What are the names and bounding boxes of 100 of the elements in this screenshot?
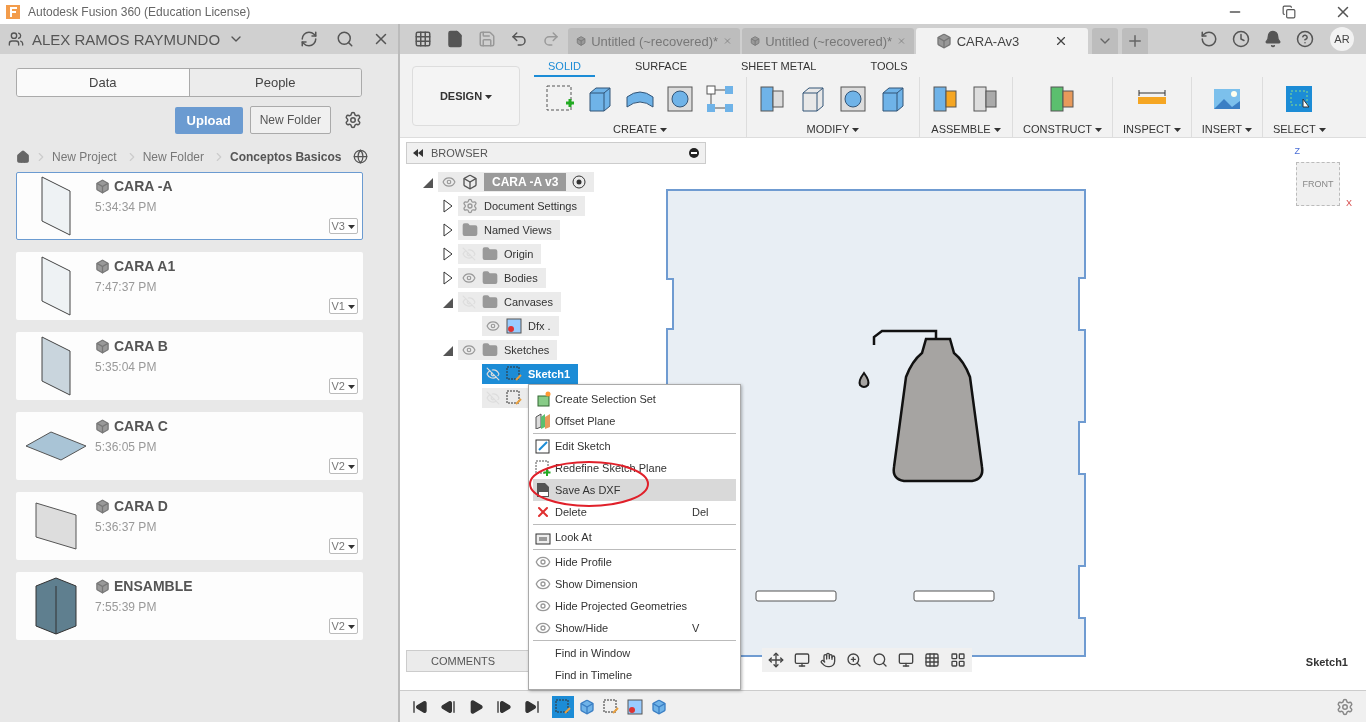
caret-icon	[348, 545, 355, 550]
clock-icon[interactable]	[1232, 30, 1250, 48]
menu-item[interactable]: Look At	[533, 526, 736, 548]
version-dropdown[interactable]: V2	[328, 538, 358, 554]
menu-item[interactable]: Save As DXF	[533, 479, 736, 501]
skip-end-icon[interactable]	[524, 698, 540, 715]
breadcrumb-link[interactable]: New Folder	[142, 149, 205, 164]
file-card[interactable]: CARA A1 7:47:37 PM V1	[16, 252, 363, 320]
window-title: Autodesk Fusion 360 (Education License)	[28, 5, 252, 19]
viewports-icon[interactable]	[950, 652, 966, 668]
file-card[interactable]: CARA -A 5:34:34 PM V3	[16, 172, 363, 240]
tree-item[interactable]: Sketches	[458, 340, 558, 360]
file-name: CARA B	[114, 338, 168, 354]
delete-icon	[535, 504, 551, 520]
menu-item[interactable]: Find in Timeline	[533, 664, 736, 686]
breadcrumb-link[interactable]: New Project	[52, 149, 117, 164]
tool-group-dropdown[interactable]: ASSEMBLE	[931, 123, 1001, 135]
refresh-icon[interactable]	[300, 30, 318, 48]
version-dropdown[interactable]: V2	[328, 378, 358, 394]
search-icon[interactable]	[336, 30, 354, 48]
menu-item[interactable]: Hide Projected Geometries	[533, 595, 736, 617]
document-tab[interactable]: CARA-Av3	[916, 28, 1088, 54]
tree-item[interactable]: Dfx .	[482, 316, 559, 336]
menu-item[interactable]: Find in Window	[533, 642, 736, 664]
browser-panel-header[interactable]: BROWSER	[406, 142, 706, 164]
comments-panel[interactable]: COMMENTS	[406, 650, 529, 672]
menu-item[interactable]: Edit Sketch	[533, 435, 736, 457]
eye-hidden-icon[interactable]	[486, 367, 500, 381]
collapse-arrows-icon[interactable]	[413, 149, 423, 157]
file-icon[interactable]	[446, 30, 464, 48]
tool-group-dropdown[interactable]: MODIFY	[806, 123, 860, 135]
caret-icon	[993, 128, 1001, 133]
timeline-item[interactable]	[552, 695, 574, 718]
grid-icon[interactable]	[924, 652, 940, 668]
image-icon	[506, 318, 522, 334]
tool-icon[interactable]	[664, 83, 696, 115]
tool-group-dropdown[interactable]: CONSTRUCT	[1023, 123, 1103, 135]
skip-start-icon[interactable]	[412, 698, 428, 715]
version-dropdown[interactable]: V1	[328, 298, 358, 314]
new-folder-button[interactable]: New Folder	[249, 106, 331, 134]
tree-item[interactable]: Document Settings	[458, 196, 585, 216]
tool-group-dropdown[interactable]: SELECT	[1272, 123, 1326, 135]
sketch-icon	[603, 698, 619, 715]
collapsed-triangle-icon[interactable]	[442, 223, 454, 237]
globe-icon[interactable]	[353, 149, 369, 164]
ribbon-tab[interactable]: SHEET METAL	[727, 58, 831, 77]
tool-group-dropdown[interactable]: INSERT	[1201, 123, 1252, 135]
selected-tree-item[interactable]: Sketch1	[482, 364, 579, 384]
help-icon[interactable]	[1296, 30, 1314, 48]
collapsed-triangle-icon[interactable]	[442, 271, 454, 285]
tool-group-dropdown[interactable]: INSPECT	[1123, 123, 1181, 135]
file-card[interactable]: ENSAMBLE 7:55:39 PM V2	[16, 572, 363, 640]
undo-icon[interactable]	[510, 30, 528, 48]
tool-icon[interactable]	[704, 83, 736, 115]
restore-icon[interactable]	[1282, 5, 1296, 19]
panel-tab[interactable]: Data	[17, 69, 189, 96]
settings-icon[interactable]	[344, 111, 362, 129]
tool-icon[interactable]	[837, 83, 869, 115]
menu-item[interactable]: Show Dimension	[533, 573, 736, 595]
version-dropdown[interactable]: V2	[328, 458, 358, 474]
menu-item[interactable]: Delete Del	[533, 501, 736, 523]
ribbon-tab[interactable]: SURFACE	[621, 58, 701, 77]
settings-icon[interactable]	[1336, 697, 1354, 716]
caret-icon	[348, 385, 355, 390]
menu-item[interactable]: Show/Hide V	[533, 617, 736, 639]
display-icon[interactable]	[898, 652, 914, 668]
tree-item[interactable]: Named Views	[458, 220, 560, 240]
tree-item[interactable]: Canvases	[458, 292, 561, 312]
browser-title: BROWSER	[431, 147, 489, 159]
tree-item[interactable]	[482, 388, 530, 408]
workspace-dropdown[interactable]: DESIGN	[412, 65, 520, 126]
step-forward-icon[interactable]	[496, 698, 512, 715]
version-dropdown[interactable]: V2	[328, 618, 358, 634]
bell-icon[interactable]	[1264, 30, 1282, 48]
collapsed-triangle-icon[interactable]	[442, 199, 454, 213]
radio-target-icon[interactable]	[572, 175, 587, 189]
pan-icon[interactable]	[820, 652, 836, 668]
version-dropdown[interactable]: V3	[328, 218, 358, 234]
file-card[interactable]: CARA D 5:36:37 PM V2	[16, 492, 363, 560]
ribbon-tab[interactable]: TOOLS	[856, 58, 922, 77]
step-back-icon[interactable]	[440, 698, 456, 715]
caret-icon	[852, 128, 860, 133]
home-icon[interactable]	[16, 149, 30, 164]
collapsed-triangle-icon[interactable]	[442, 247, 454, 261]
file-card[interactable]: CARA C 5:36:05 PM V2	[16, 412, 363, 480]
menu-item[interactable]: Offset Plane	[533, 410, 736, 432]
part-thumbnail	[36, 503, 76, 549]
file-card[interactable]: CARA B 5:35:04 PM V2	[16, 332, 363, 400]
menu-item[interactable]: Hide Profile	[533, 551, 736, 573]
user-avatar[interactable]: AR	[1330, 27, 1354, 51]
tree-item[interactable]: Origin	[458, 244, 542, 264]
grid-icon[interactable]	[414, 30, 432, 48]
menu-item[interactable]: Create Selection Set	[533, 388, 736, 410]
zoom-icon[interactable]	[846, 652, 862, 668]
panel-tab[interactable]: People	[188, 69, 361, 96]
breadcrumb-link[interactable]: Conceptos Basicos	[230, 149, 342, 164]
minus-circle-icon[interactable]	[689, 148, 699, 158]
tool-group-dropdown[interactable]: CREATE	[613, 123, 667, 135]
play-icon[interactable]	[468, 698, 484, 715]
tree-item[interactable]: Bodies	[458, 268, 546, 288]
